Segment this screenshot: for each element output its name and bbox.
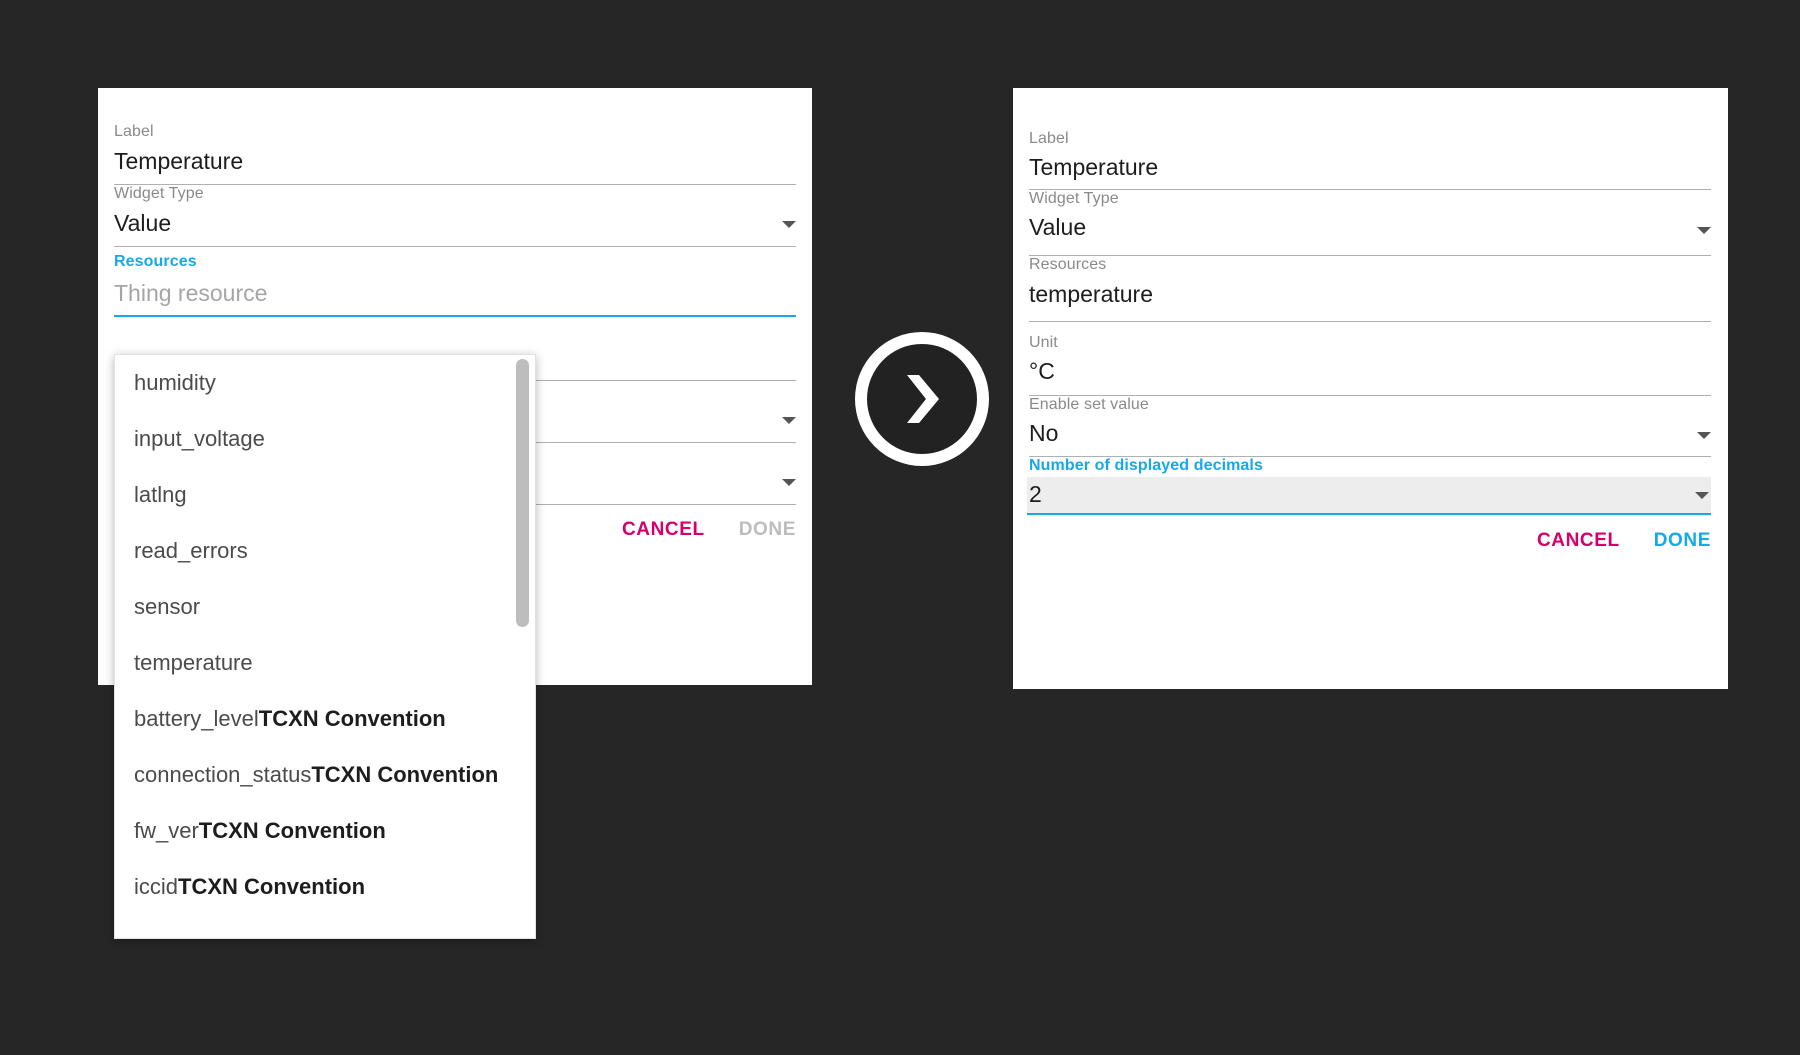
field-widget-type-caption: Widget Type <box>1029 190 1119 207</box>
field-unit-caption: Unit <box>1029 334 1058 351</box>
widget-config-dialog-right: Label Temperature Widget Type Value Reso… <box>1013 88 1728 689</box>
done-button-right[interactable]: DONE <box>1654 530 1711 552</box>
chevron-down-icon[interactable] <box>1697 227 1711 234</box>
field-unit[interactable]: Unit °C <box>1029 334 1711 396</box>
option-name: sensor <box>134 594 201 619</box>
field-widget-type-value: Value <box>1029 214 1087 240</box>
list-item[interactable]: latlng <box>115 467 535 523</box>
list-item[interactable]: humidity <box>115 355 535 411</box>
field-resources-value: temperature <box>1029 281 1154 307</box>
chevron-down-icon[interactable] <box>782 417 796 424</box>
step-arrow-badge-inner <box>867 344 977 454</box>
field-resources-caption: Resources <box>1029 256 1107 273</box>
done-button-left: DONE <box>738 519 796 540</box>
resource-options-dropdown[interactable]: humidity input_voltage latlng read_error… <box>114 354 536 939</box>
chevron-down-icon[interactable] <box>782 221 796 228</box>
option-suffix: TCXN Convention <box>311 762 499 787</box>
dropdown-scrollbar-thumb[interactable] <box>516 359 529 627</box>
option-name: read_errors <box>134 538 248 563</box>
field-widget-type-left[interactable]: Widget Type Value <box>114 185 796 247</box>
list-item[interactable]: input_voltage <box>115 411 535 467</box>
field-enable-set-value[interactable]: Enable set value No <box>1029 396 1711 457</box>
step-arrow-badge <box>855 332 989 466</box>
option-name: latlng <box>134 482 187 507</box>
chevron-down-icon[interactable] <box>1697 432 1711 439</box>
focus-underline-left <box>114 315 796 317</box>
list-item[interactable]: temperature <box>115 635 535 691</box>
chevron-right-icon <box>907 375 939 423</box>
list-item[interactable]: read_errors <box>115 523 535 579</box>
dialog-actions-right: CANCEL DONE <box>1029 518 1711 564</box>
field-label-left[interactable]: Label Temperature <box>114 123 796 185</box>
resources-input-placeholder[interactable]: Thing resource <box>114 278 267 308</box>
chevron-down-icon[interactable] <box>782 479 796 486</box>
option-suffix: TCXN Convention <box>178 874 366 899</box>
dropdown-scrollbar[interactable] <box>516 359 530 934</box>
option-name: connection_status <box>134 762 312 787</box>
focus-underline-right <box>1027 513 1711 515</box>
field-label-caption: Label <box>1029 130 1069 147</box>
list-item[interactable]: sensor <box>115 579 535 635</box>
list-item[interactable]: connection_statusTCXN Convention <box>115 747 535 803</box>
field-widget-type-value: Value <box>114 210 172 236</box>
chevron-down-icon[interactable] <box>1695 492 1709 499</box>
field-label-value: Temperature <box>1029 154 1159 180</box>
field-unit-value: °C <box>1029 358 1055 384</box>
list-item[interactable]: fw_verTCXN Convention <box>115 803 535 859</box>
list-item[interactable]: battery_levelTCXN Convention <box>115 691 535 747</box>
field-displayed-decimals-caption: Number of displayed decimals <box>1029 457 1263 474</box>
option-name: temperature <box>134 650 253 675</box>
field-resources-right[interactable]: Resources temperature <box>1029 256 1711 322</box>
field-displayed-decimals-input[interactable]: 2 <box>1027 477 1711 513</box>
option-suffix: TCXN Convention <box>258 706 446 731</box>
field-displayed-decimals[interactable]: Number of displayed decimals 2 <box>1027 457 1711 515</box>
field-label-caption: Label <box>114 123 154 140</box>
resource-options-list: humidity input_voltage latlng read_error… <box>115 355 535 915</box>
field-label-right[interactable]: Label Temperature <box>1029 130 1711 190</box>
option-name: input_voltage <box>134 426 265 451</box>
option-name: humidity <box>134 370 216 395</box>
option-name: fw_ver <box>134 818 199 843</box>
option-suffix: TCXN Convention <box>198 818 386 843</box>
field-widget-type-right[interactable]: Widget Type Value <box>1029 190 1711 256</box>
field-enable-set-value-value: No <box>1029 420 1059 446</box>
field-resources-caption: Resources <box>114 253 197 270</box>
field-label-value: Temperature <box>114 148 244 174</box>
option-name: battery_level <box>134 706 259 731</box>
list-item[interactable]: iccidTCXN Convention <box>115 859 535 915</box>
field-enable-set-value-caption: Enable set value <box>1029 396 1149 413</box>
option-name: iccid <box>134 874 179 899</box>
field-displayed-decimals-value: 2 <box>1029 481 1042 507</box>
field-widget-type-caption: Widget Type <box>114 185 204 202</box>
field-resources-left[interactable]: Resources Thing resource <box>114 253 796 317</box>
cancel-button-right[interactable]: CANCEL <box>1537 530 1620 552</box>
cancel-button-left[interactable]: CANCEL <box>622 519 705 541</box>
